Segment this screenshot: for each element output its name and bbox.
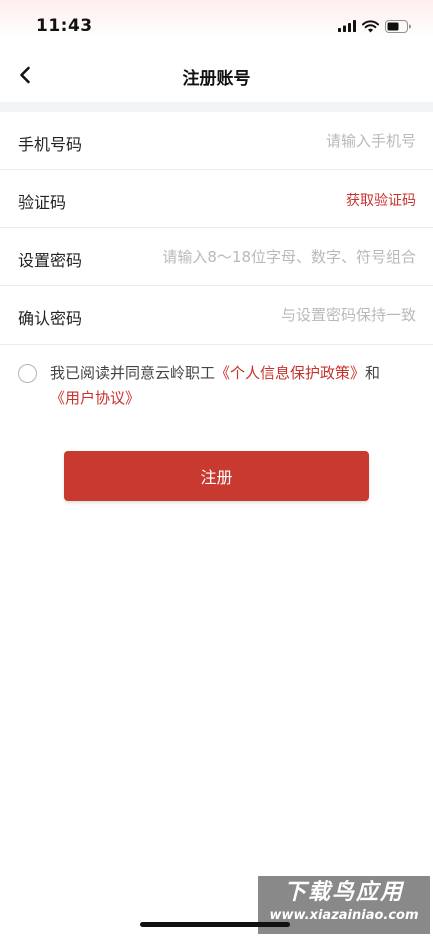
password-input[interactable] <box>136 242 416 272</box>
page-title: 注册账号 <box>182 69 251 89</box>
nav-bar: 注册账号 <box>0 48 433 102</box>
password-row: 设置密码 <box>0 228 433 286</box>
password-label: 设置密码 <box>18 251 83 270</box>
get-code-button[interactable]: 获取验证码 <box>346 190 416 210</box>
user-agreement-link[interactable]: 《用户协议》 <box>50 389 140 407</box>
home-indicator <box>140 922 290 927</box>
code-row: 验证码 获取验证码 <box>0 170 433 228</box>
agreement-conjunction: 和 <box>365 364 381 382</box>
signal-icon <box>338 20 356 32</box>
privacy-policy-link[interactable]: 《个人信息保护政策》 <box>215 364 365 382</box>
confirm-row: 确认密码 <box>0 286 433 345</box>
phone-row: 手机号码 <box>0 112 433 170</box>
status-bar: 11:43 <box>0 0 433 48</box>
confirm-password-input[interactable] <box>136 300 416 330</box>
wifi-icon <box>362 19 379 32</box>
phone-input[interactable] <box>136 126 416 156</box>
register-form: 手机号码 验证码 获取验证码 设置密码 确认密码 <box>0 112 433 345</box>
status-time: 11:43 <box>36 16 93 36</box>
phone-label: 手机号码 <box>18 135 83 154</box>
agree-checkbox[interactable] <box>18 364 37 383</box>
section-divider <box>0 102 433 112</box>
watermark-title: 下载鸟应用 <box>283 880 404 905</box>
battery-icon <box>385 19 411 33</box>
code-input[interactable] <box>173 184 343 214</box>
register-button[interactable]: 注册 <box>64 451 369 501</box>
agreement-text: 我已阅读并同意云岭职工《个人信息保护政策》和《用户协议》 <box>50 361 410 411</box>
code-label: 验证码 <box>18 193 67 212</box>
confirm-label: 确认密码 <box>18 309 83 328</box>
agreement-prefix: 我已阅读并同意云岭职工 <box>50 364 216 382</box>
status-icons <box>338 18 411 34</box>
